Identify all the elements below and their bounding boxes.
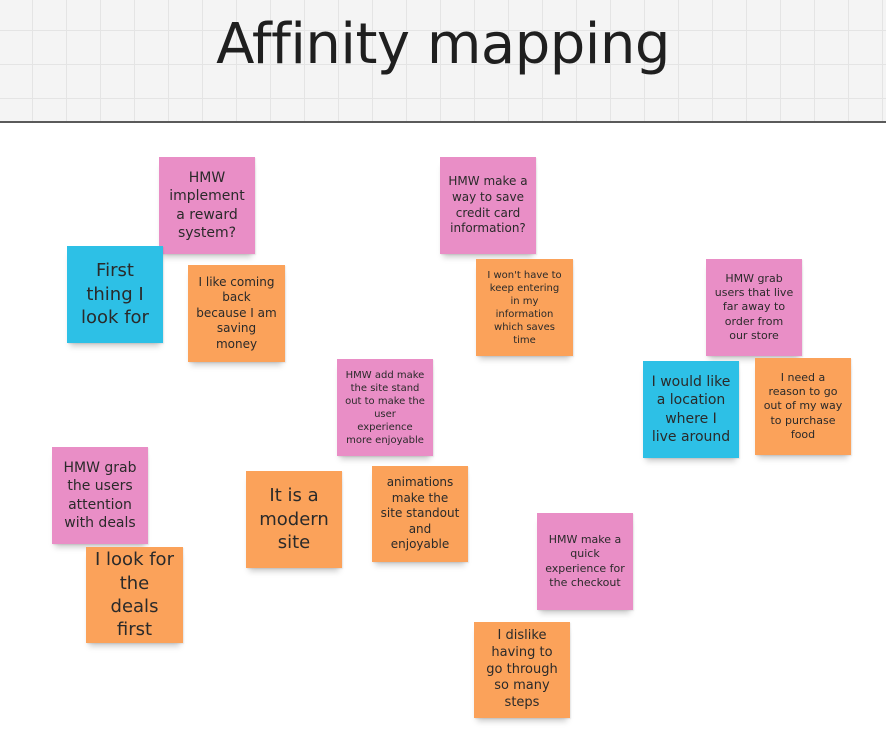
sticky-note-saving-money[interactable]: I like coming back because I am saving m… [188, 265, 285, 362]
header-bar: Affinity mapping [0, 0, 886, 123]
sticky-note-save-credit-card[interactable]: HMW make a way to save credit card infor… [440, 157, 536, 254]
sticky-note-reason-to-go[interactable]: I need a reason to go out of my way to p… [755, 358, 851, 455]
sticky-note-first-thing[interactable]: First thing I look for [67, 246, 163, 343]
sticky-note-quick-checkout[interactable]: HMW make a quick experience for the chec… [537, 513, 633, 610]
sticky-note-many-steps[interactable]: I dislike having to go through so many s… [474, 622, 570, 718]
sticky-note-far-away-users[interactable]: HMW grab users that live far away to ord… [706, 259, 802, 356]
sticky-note-saves-time[interactable]: I won't have to keep entering in my info… [476, 259, 573, 356]
sticky-note-deals-first[interactable]: I look for the deals first [86, 547, 183, 643]
sticky-note-reward-system[interactable]: HMW implement a reward system? [159, 157, 255, 254]
sticky-note-deals-attention[interactable]: HMW grab the users attention with deals [52, 447, 148, 544]
sticky-note-location[interactable]: I would like a location where I live aro… [643, 361, 739, 458]
sticky-note-modern-site[interactable]: It is a modern site [246, 471, 342, 568]
sticky-note-animations[interactable]: animations make the site standout and en… [372, 466, 468, 562]
affinity-board[interactable]: HMW implement a reward system? First thi… [0, 123, 886, 754]
page-title: Affinity mapping [216, 12, 670, 77]
sticky-note-site-stand-out[interactable]: HMW add make the site stand out to make … [337, 359, 433, 456]
